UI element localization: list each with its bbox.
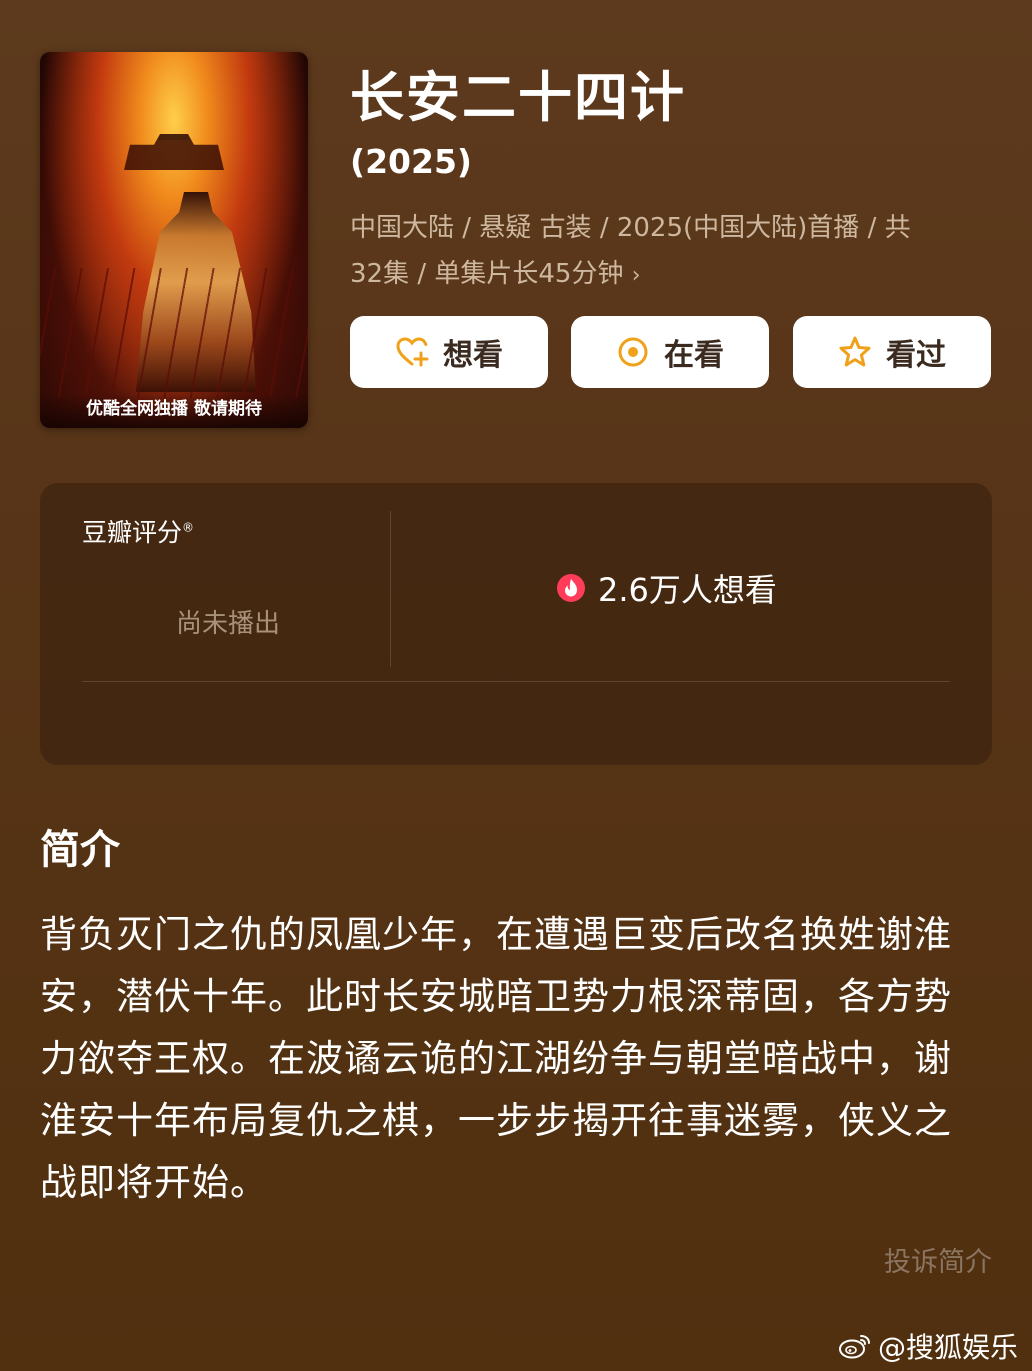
- poster-palace: [124, 134, 224, 170]
- weibo-logo-icon: [838, 1335, 870, 1359]
- flame-icon: [557, 574, 585, 602]
- release-year: (2025): [350, 142, 473, 181]
- page-title: 长安二十四计: [350, 66, 686, 129]
- wish-count-text: 2.6万人想看: [598, 571, 777, 609]
- douban-rating-label[interactable]: 豆瓣评分®: [82, 513, 194, 549]
- rating-label-text: 豆瓣评分: [82, 518, 183, 547]
- synopsis-title: 简介: [40, 827, 120, 873]
- chevron-right-icon: ›: [631, 263, 641, 288]
- synopsis-body: 背负灭门之仇的凤凰少年，在遭遇巨变后改名换姓谢淮安，潜伏十年。此时长安城暗卫势力…: [40, 913, 952, 1204]
- watching-button[interactable]: 在看: [571, 316, 769, 388]
- heart-plus-icon: [396, 337, 429, 367]
- rating-card: 豆瓣评分® 尚未播出 2.6万人想看: [40, 483, 992, 765]
- horizontal-divider: [82, 681, 950, 682]
- action-buttons: 想看 在看 看过: [350, 316, 992, 388]
- report-synopsis-link[interactable]: 投诉简介: [884, 1240, 992, 1279]
- meta-line-1: 中国大陆 / 悬疑 古装 / 2025(中国大陆)首播 / 共: [350, 213, 911, 243]
- watched-button[interactable]: 看过: [793, 316, 991, 388]
- wish-count[interactable]: 2.6万人想看: [556, 565, 777, 611]
- star-icon: [839, 336, 871, 367]
- meta-line-2: 32集 / 单集片长45分钟: [350, 259, 624, 289]
- watched-label: 看过: [886, 338, 946, 373]
- rating-status: 尚未播出: [176, 609, 281, 639]
- want-to-watch-button[interactable]: 想看: [350, 316, 548, 388]
- registered-mark: ®: [182, 520, 195, 535]
- watching-label: 在看: [664, 338, 724, 373]
- poster-image[interactable]: 优酷全网独播 敬请期待: [40, 52, 308, 428]
- vertical-divider: [390, 511, 391, 667]
- poster-caption: 优酷全网独播 敬请期待: [40, 394, 308, 428]
- want-to-watch-label: 想看: [443, 338, 503, 373]
- poster-grass: [40, 268, 308, 398]
- weibo-watermark: @搜狐娱乐: [838, 1326, 1018, 1366]
- watermark-text: @搜狐娱乐: [877, 1331, 1018, 1364]
- target-icon: [618, 337, 648, 367]
- show-meta[interactable]: 中国大陆 / 悬疑 古装 / 2025(中国大陆)首播 / 共 32集 / 单集…: [350, 205, 990, 299]
